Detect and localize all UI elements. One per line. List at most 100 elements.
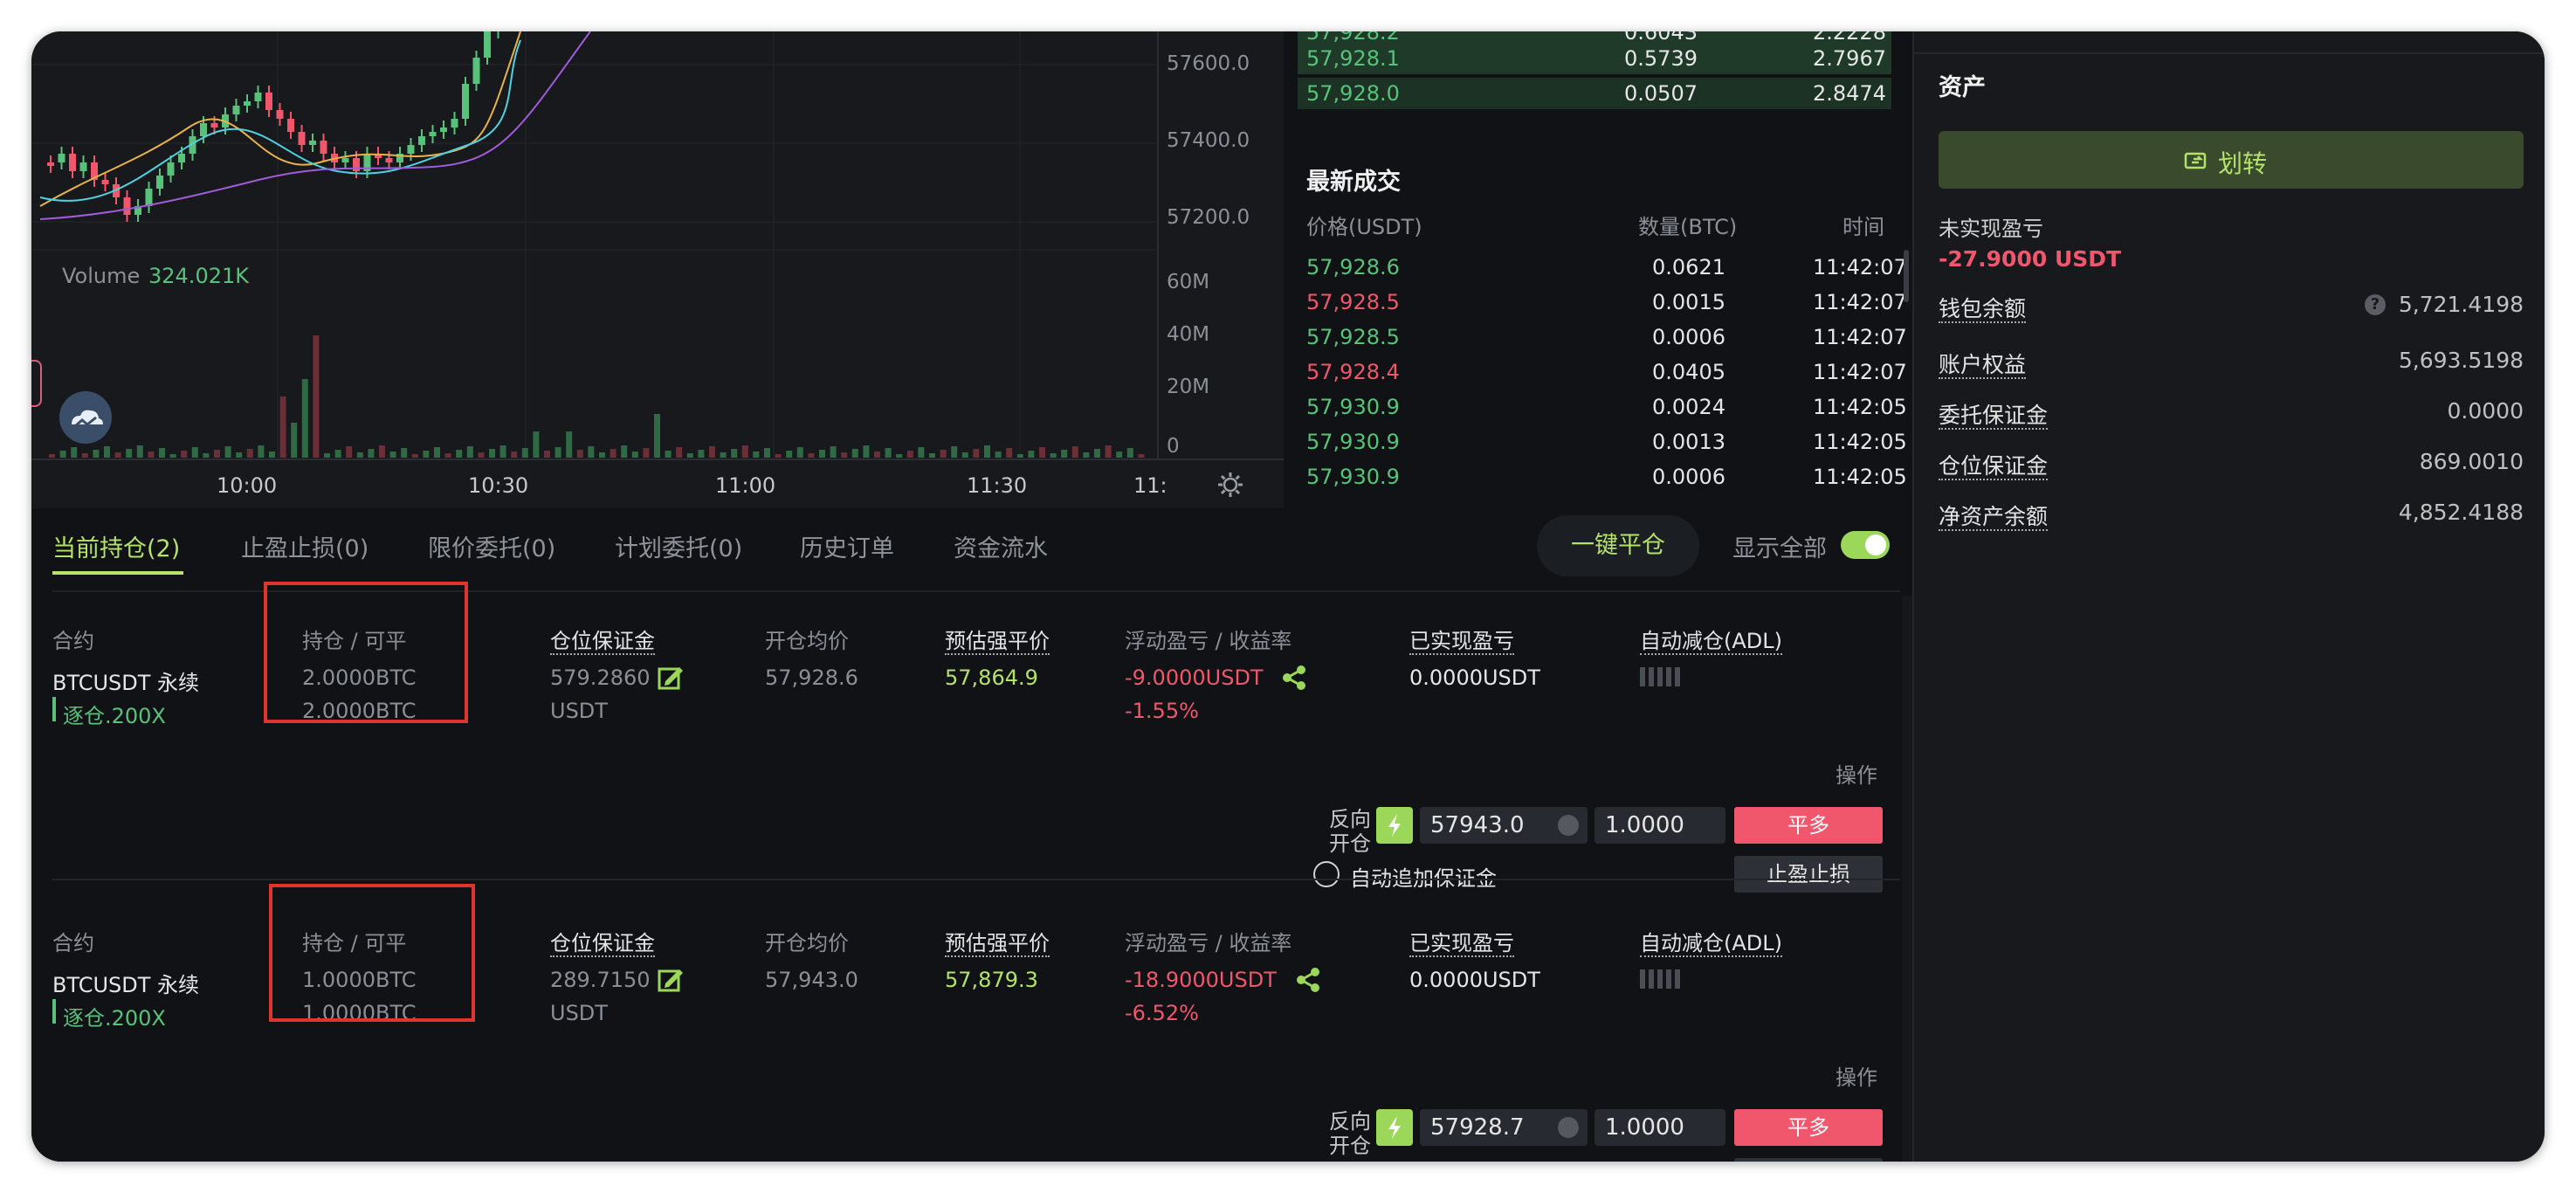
trade-row[interactable]: 57,928.5 0.0015 11:42:07: [1298, 286, 1907, 318]
clock-icon[interactable]: [1558, 815, 1579, 836]
volume-bar: [379, 445, 385, 458]
trade-row[interactable]: 57,928.4 0.0405 11:42:07: [1298, 356, 1907, 388]
candle-body: [287, 119, 294, 132]
candle-body: [309, 141, 316, 145]
margin-unit: USDT: [550, 699, 608, 723]
close-long-button[interactable]: 平多: [1734, 807, 1883, 844]
candle-body: [298, 132, 306, 145]
col-realized[interactable]: 已实现盈亏: [1409, 926, 1514, 957]
col-realized[interactable]: 已实现盈亏: [1409, 624, 1514, 655]
tab-plan-orders[interactable]: 计划委托(0): [615, 529, 742, 563]
volume-tick: 60M: [1167, 271, 1210, 293]
lightning-button[interactable]: [1376, 1109, 1413, 1146]
volume-bar: [643, 448, 650, 458]
volume-bar: [731, 449, 738, 458]
qty-input[interactable]: 1.0000: [1595, 807, 1725, 844]
order-margin-value: 0.0000: [2447, 398, 2524, 424]
trade-row[interactable]: 57,928.6 0.0621 11:42:07: [1298, 252, 1907, 283]
tab-indicator: [52, 571, 183, 575]
cloud-icon[interactable]: [59, 391, 112, 444]
action-label: 操作: [1836, 763, 1877, 788]
tab-current-positions[interactable]: 当前持仓(2): [52, 529, 180, 563]
order-margin-label[interactable]: 委托保证金: [1939, 398, 2049, 430]
col-adl[interactable]: 自动减仓(ADL): [1640, 926, 1782, 957]
candle-body: [484, 31, 491, 58]
auto-margin-label: 自动追加保证金: [1350, 866, 1497, 891]
side-bar: [52, 999, 56, 1024]
drawer-handle[interactable]: [31, 360, 42, 407]
clock-icon[interactable]: [1558, 1117, 1579, 1138]
price-input[interactable]: 57928.7: [1420, 1109, 1588, 1146]
candle-body: [265, 93, 272, 110]
auto-margin-checkbox[interactable]: [1313, 861, 1340, 887]
volume-bar: [93, 450, 100, 458]
volume-bar: [654, 414, 660, 458]
help-icon[interactable]: ?: [2365, 294, 2386, 315]
volume-tick: 20M: [1167, 376, 1210, 398]
orderbook-row[interactable]: 57,928.0 0.0507 2.8474: [1298, 78, 1891, 109]
symbol[interactable]: BTCUSDT 永续: [52, 665, 199, 696]
tpsl-button[interactable]: 止盈止损: [1734, 1158, 1883, 1162]
candle-body: [418, 136, 425, 145]
tab-tpsl[interactable]: 止盈止损(0): [241, 529, 368, 563]
trades-header-qty: 数量(BTC): [1638, 215, 1738, 239]
symbol[interactable]: BTCUSDT 永续: [52, 968, 199, 998]
pnl-value: -9.0000USDT: [1125, 665, 1264, 690]
net-asset-label[interactable]: 净资产余额: [1939, 500, 2049, 531]
price-input[interactable]: 57943.0: [1420, 807, 1588, 844]
tpsl-button[interactable]: 止盈止损: [1734, 856, 1883, 893]
trade-row[interactable]: 57,930.9 0.0024 11:42:05: [1298, 391, 1907, 423]
volume-bar: [951, 446, 958, 458]
kline-chart[interactable]: 57600.0 57400.0 57200.0 Volume 324.021K …: [31, 31, 1284, 508]
app-window: 57600.0 57400.0 57200.0 Volume 324.021K …: [31, 31, 2545, 1162]
volume-bar: [566, 431, 573, 458]
lightning-button[interactable]: [1376, 807, 1413, 844]
col-liq-price[interactable]: 预估强平价: [945, 926, 1050, 957]
trade-row[interactable]: 57,930.9 0.0013 11:42:05: [1298, 426, 1907, 458]
volume-bar: [466, 446, 473, 458]
tab-order-history[interactable]: 历史订单: [800, 529, 894, 563]
positions-scrollbar[interactable]: [1902, 596, 1912, 1162]
show-all-label: 显示全部: [1732, 535, 1827, 562]
col-pnl: 浮动盈亏 / 收益率: [1125, 931, 1292, 955]
gear-icon[interactable]: [1216, 470, 1245, 500]
col-liq-price[interactable]: 预估强平价: [945, 624, 1050, 655]
edit-icon[interactable]: [657, 664, 685, 692]
close-all-button[interactable]: 一键平仓: [1537, 515, 1699, 576]
volume-bar: [301, 379, 308, 458]
position-margin-label[interactable]: 仓位保证金: [1939, 449, 2049, 480]
col-margin[interactable]: 仓位保证金: [550, 624, 655, 655]
col-contract: 合约: [52, 629, 94, 653]
trade-row[interactable]: 57,928.5 0.0006 11:42:07: [1298, 321, 1907, 353]
volume-tick: 0: [1167, 435, 1180, 458]
candle-body: [167, 162, 175, 176]
edit-icon[interactable]: [657, 966, 685, 994]
volume-bar: [71, 447, 78, 458]
trades-scrollbar[interactable]: [1904, 250, 1909, 302]
trade-row[interactable]: 57,930.9 0.0006 11:42:05: [1298, 461, 1907, 493]
col-adl[interactable]: 自动减仓(ADL): [1640, 624, 1782, 655]
tab-limit-orders[interactable]: 限价委托(0): [428, 529, 555, 563]
price-tick: 57200.0: [1167, 206, 1250, 229]
tab-fund-flow[interactable]: 资金流水: [954, 529, 1048, 563]
wallet-balance-value: 5,721.4198: [2398, 292, 2524, 317]
orderbook-row[interactable]: 57,928.1 0.5739 2.7967: [1298, 43, 1891, 74]
col-margin[interactable]: 仓位保证金: [550, 926, 655, 957]
volume-bar: [411, 454, 418, 458]
close-long-button[interactable]: 平多: [1734, 1109, 1883, 1146]
share-icon[interactable]: [1294, 966, 1322, 994]
equity-label[interactable]: 账户权益: [1939, 348, 2027, 379]
wallet-balance-label[interactable]: 钱包余额: [1939, 292, 2027, 323]
qty-input[interactable]: 1.0000: [1595, 1109, 1725, 1146]
candle-body: [429, 132, 437, 136]
volume-bar: [224, 446, 231, 458]
candle-body: [472, 58, 480, 84]
unrealized-label: 未实现盈亏: [1939, 217, 2043, 241]
transfer-button[interactable]: 划转: [1939, 131, 2524, 189]
volume-bar: [159, 448, 165, 458]
volume-bar: [533, 431, 540, 458]
share-icon[interactable]: [1280, 664, 1308, 692]
show-all-toggle[interactable]: [1841, 531, 1890, 559]
col-avg-price: 开仓均价: [765, 629, 849, 653]
volume-bar: [191, 447, 198, 458]
